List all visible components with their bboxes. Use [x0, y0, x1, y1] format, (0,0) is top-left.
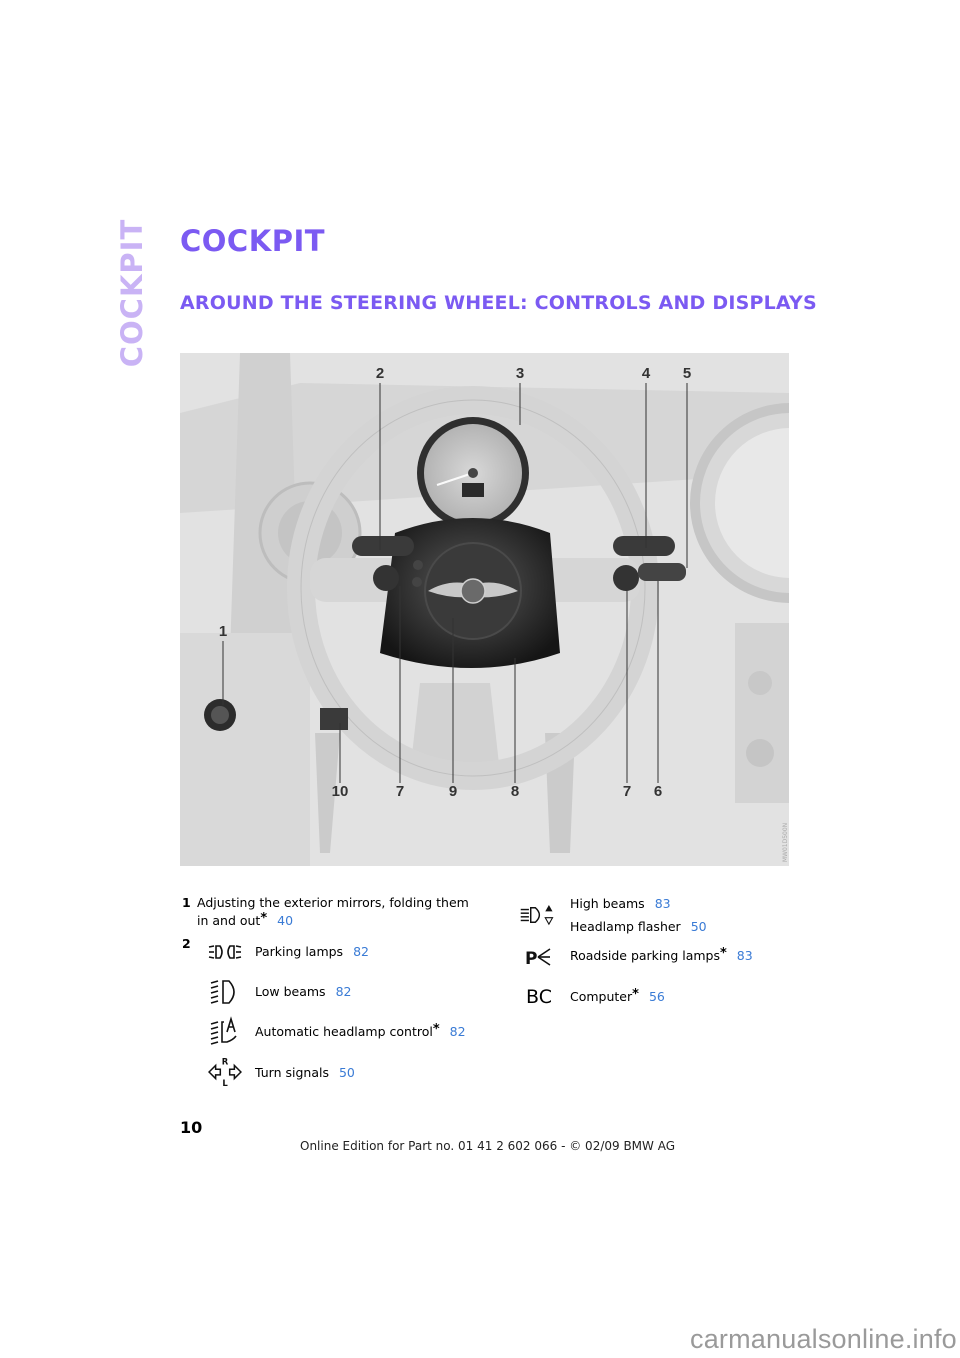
callout-10: 10 [331, 783, 349, 800]
callout-3: 3 [515, 365, 525, 382]
optional-star: * [632, 987, 639, 1002]
turn-signals-icon: R L [208, 1057, 242, 1087]
page-ref-83[interactable]: 83 [737, 948, 753, 963]
optional-star: * [260, 911, 268, 926]
automatic-headlamp-icon [210, 1016, 237, 1045]
legend-item-automatic-headlamp: Automatic headlamp control* 82 [255, 1022, 466, 1043]
legend-number-1: 1 [182, 895, 191, 910]
center-console [735, 623, 789, 803]
page-number: 10 [180, 1118, 203, 1137]
page-ref-82[interactable]: 82 [450, 1024, 466, 1039]
callout-4: 4 [641, 365, 651, 382]
high-beams-icon [520, 905, 554, 926]
tachometer [417, 417, 529, 529]
legend-item-1-line2: in and out* 40 [197, 911, 293, 932]
callout-7-right: 7 [622, 783, 632, 800]
low-beams-label: Low beams [255, 984, 326, 999]
turn-right-letter: R [222, 1057, 229, 1067]
roadside-parking-lamps-icon: P [525, 948, 551, 969]
legend-item-computer: Computer* 56 [570, 987, 665, 1008]
legend-item-headlamp-flasher: Headlamp flasher 50 [570, 918, 707, 936]
roadside-parking-lamps-label: Roadside parking lamps [570, 948, 720, 963]
page-title: Cockpit [180, 224, 326, 258]
cockpit-drawing [180, 353, 789, 866]
page-ref-56[interactable]: 56 [649, 989, 665, 1004]
hood-release [320, 708, 348, 730]
steering-wheel-illustration: 2 3 4 5 1 10 7 9 8 7 6 MW01D500N [180, 353, 789, 866]
headlamp-flasher-label: Headlamp flasher [570, 919, 681, 934]
high-beams-label: High beams [570, 896, 645, 911]
page-ref-40[interactable]: 40 [277, 913, 293, 928]
legend-item-turn-signals: Turn signals 50 [255, 1064, 355, 1082]
automatic-headlamp-label: Automatic headlamp control [255, 1024, 433, 1039]
svg-text:P: P [525, 949, 537, 969]
side-tab-label: Cockpit [115, 218, 149, 368]
optional-star: * [432, 1022, 440, 1037]
figure-code: MW01D500N [781, 822, 789, 863]
computer-icon: BC [526, 986, 552, 1008]
legend-item-low-beams: Low beams 82 [255, 983, 351, 1001]
callout-7-left: 7 [395, 783, 405, 800]
computer-label: Computer [570, 989, 633, 1004]
page-ref-50[interactable]: 50 [691, 919, 707, 934]
legend-item-roadside-parking-lamps: Roadside parking lamps* 83 [570, 946, 753, 967]
turn-signals-label: Turn signals [255, 1065, 329, 1080]
legend-item-high-beams: High beams 83 [570, 895, 671, 913]
low-beams-icon [210, 980, 235, 1004]
side-tab: Cockpit [112, 219, 152, 368]
page-ref-50[interactable]: 50 [339, 1065, 355, 1080]
page-ref-82[interactable]: 82 [336, 984, 352, 999]
parking-lamps-icon [208, 945, 242, 959]
parking-lamps-label: Parking lamps [255, 944, 344, 959]
footer-edition: Online Edition for Part no. 01 41 2 602 … [300, 1139, 676, 1153]
page-ref-83[interactable]: 83 [655, 896, 671, 911]
turn-left-letter: L [222, 1078, 228, 1087]
legend-number-2: 2 [182, 936, 191, 951]
watermark[interactable]: carmanualsonline.info [690, 1324, 957, 1355]
callout-8: 8 [510, 783, 520, 800]
page-ref-82[interactable]: 82 [353, 944, 369, 959]
legend-item-parking-lamps: Parking lamps 82 [255, 943, 369, 961]
section-title: Around the steering wheel: controls and … [180, 292, 817, 314]
legend-item-1-line1: Adjusting the exterior mirrors, folding … [197, 895, 469, 910]
callout-1: 1 [218, 623, 228, 640]
callout-9: 9 [448, 783, 458, 800]
optional-star: * [719, 946, 727, 961]
callout-5: 5 [682, 365, 692, 382]
callout-2: 2 [375, 365, 385, 382]
legend-item-1-text: in and out [197, 913, 261, 928]
callout-6: 6 [653, 783, 663, 800]
